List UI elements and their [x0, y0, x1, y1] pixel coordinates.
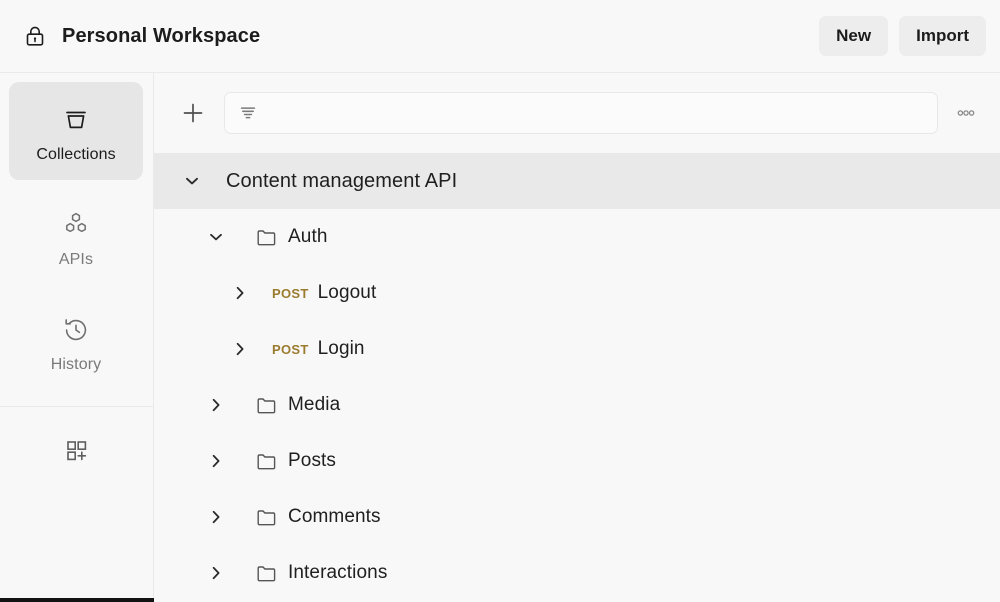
ellipsis-icon[interactable]	[946, 93, 986, 133]
hexagons-icon	[60, 203, 92, 247]
chevron-right-icon[interactable]	[228, 337, 252, 361]
app-window: Personal Workspace New Import Collection…	[0, 0, 1000, 602]
tree-row-folder-interactions[interactable]: Interactions	[154, 545, 1000, 601]
chevron-right-icon[interactable]	[204, 561, 228, 585]
sidebar-label-history: History	[51, 356, 101, 374]
method-badge-post: POST	[272, 342, 309, 357]
clock-history-icon	[60, 308, 92, 352]
folder-icon	[254, 449, 278, 473]
chevron-right-icon[interactable]	[204, 393, 228, 417]
tree-row-collection[interactable]: Content management API	[154, 153, 1000, 209]
method-badge-post: POST	[272, 286, 309, 301]
left-rail: Collections APIs	[0, 73, 154, 602]
tree-row-request-logout[interactable]: POST Logout	[154, 265, 1000, 321]
workspace-title: Personal Workspace	[62, 25, 260, 48]
chevron-right-icon[interactable]	[228, 281, 252, 305]
tree-label-folder-posts: Posts	[288, 450, 336, 472]
tree-label-folder-auth: Auth	[288, 226, 328, 248]
plus-icon[interactable]	[172, 92, 214, 134]
tree-label-folder-media: Media	[288, 394, 340, 416]
sidebar-item-collections[interactable]: Collections	[9, 82, 143, 180]
tree-row-folder-auth[interactable]: Auth	[154, 209, 1000, 265]
tree-label-request-logout: Logout	[318, 282, 377, 304]
new-button[interactable]: New	[819, 16, 888, 56]
chevron-down-icon[interactable]	[180, 169, 204, 193]
collections-tree: Content management API Auth	[154, 153, 1000, 602]
sidebar-item-history[interactable]: History	[9, 292, 143, 390]
sidebar-label-collections: Collections	[36, 146, 115, 164]
tree-label-request-login: Login	[318, 338, 365, 360]
filter-field[interactable]	[224, 92, 938, 134]
folder-icon	[254, 393, 278, 417]
chevron-down-icon[interactable]	[204, 225, 228, 249]
collections-panel: Content management API Auth	[154, 73, 1000, 602]
rail-bottom-rule	[0, 598, 154, 602]
tree-row-folder-comments[interactable]: Comments	[154, 489, 1000, 545]
sidebar-label-apis: APIs	[59, 251, 93, 269]
app-body: Collections APIs	[0, 73, 1000, 602]
import-button[interactable]: Import	[899, 16, 986, 56]
add-modules-button[interactable]	[9, 407, 143, 493]
sidebar-item-apis[interactable]: APIs	[9, 187, 143, 285]
add-modules-icon	[61, 428, 91, 472]
collections-box-icon	[59, 98, 93, 142]
tree-row-request-login[interactable]: POST Login	[154, 321, 1000, 377]
lock-icon	[22, 23, 48, 49]
tree-label-folder-comments: Comments	[288, 506, 381, 528]
chevron-right-icon[interactable]	[204, 505, 228, 529]
tree-row-folder-posts[interactable]: Posts	[154, 433, 1000, 489]
folder-icon	[254, 561, 278, 585]
folder-icon	[254, 505, 278, 529]
tree-label-folder-interactions: Interactions	[288, 562, 387, 584]
filter-input[interactable]	[267, 92, 925, 134]
tree-label-collection: Content management API	[226, 170, 457, 193]
chevron-right-icon[interactable]	[204, 449, 228, 473]
workspace-header: Personal Workspace New Import	[0, 0, 1000, 73]
tree-row-folder-media[interactable]: Media	[154, 377, 1000, 433]
folder-icon	[254, 225, 278, 249]
collections-toolbar	[154, 73, 1000, 153]
filter-lines-icon	[237, 102, 259, 124]
